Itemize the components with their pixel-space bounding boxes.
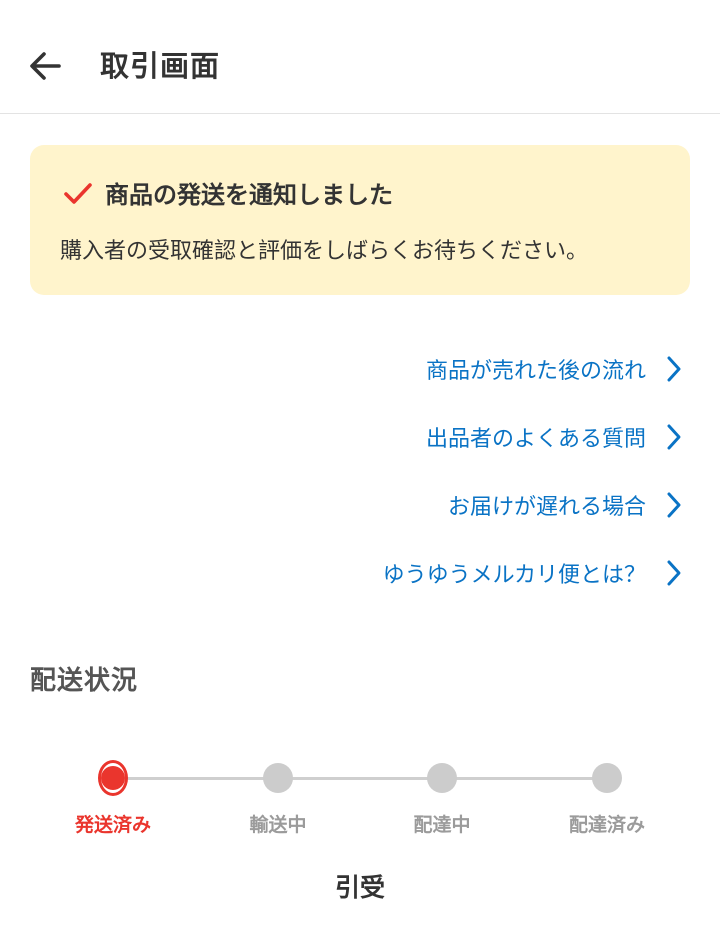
step-dot [263,763,293,793]
check-icon [64,183,92,204]
notice-body: 購入者の受取確認と評価をしばらくお待ちください。 [60,239,589,264]
delivery-status-title: 配送状況 [30,666,139,696]
notice-title: 商品の発送を通知しました [105,181,393,209]
link-label: お届けが遅れる場合 [447,495,646,520]
arrow-left-icon [30,52,61,80]
step-label: 配達中 [413,814,471,836]
link-yuyu-mercari-bin[interactable]: ゆうゆうメルカリ便とは？ [383,539,682,607]
link-label: 出品者のよくある質問 [425,427,646,452]
step-label: 輸送中 [249,814,307,836]
progress-track-line [113,777,607,780]
page-title: 取引画面 [100,49,221,83]
delivery-progress-tracker: 発送済み 輸送中 配達中 配達済み [0,740,720,850]
chevron-right-icon [667,492,681,518]
step-dot [592,763,622,793]
link-after-sale-flow[interactable]: 商品が売れた後の流れ [383,335,682,403]
chevron-right-icon [667,560,681,586]
link-label: 商品が売れた後の流れ [425,359,646,384]
link-delivery-delay[interactable]: お届けが遅れる場合 [383,471,682,539]
step-label: 発送済み [74,814,151,836]
link-seller-faq[interactable]: 出品者のよくある質問 [383,403,682,471]
back-button[interactable] [24,44,68,88]
shipping-notice-banner: 商品の発送を通知しました 購入者の受取確認と評価をしばらくお待ちください。 [30,145,690,295]
chevron-right-icon [667,356,681,382]
step-active-dot [98,760,128,796]
app-header: 取引画面 [0,0,720,114]
step-dot [427,763,457,793]
chevron-right-icon [667,424,681,450]
acceptance-label: 引受 [334,873,385,902]
step-label: 配達済み [568,814,645,836]
link-label: ゆうゆうメルカリ便とは？ [382,563,646,588]
help-links: 商品が売れた後の流れ 出品者のよくある質問 お届けが遅れる場合 ゆうゆうメルカリ… [383,335,682,607]
